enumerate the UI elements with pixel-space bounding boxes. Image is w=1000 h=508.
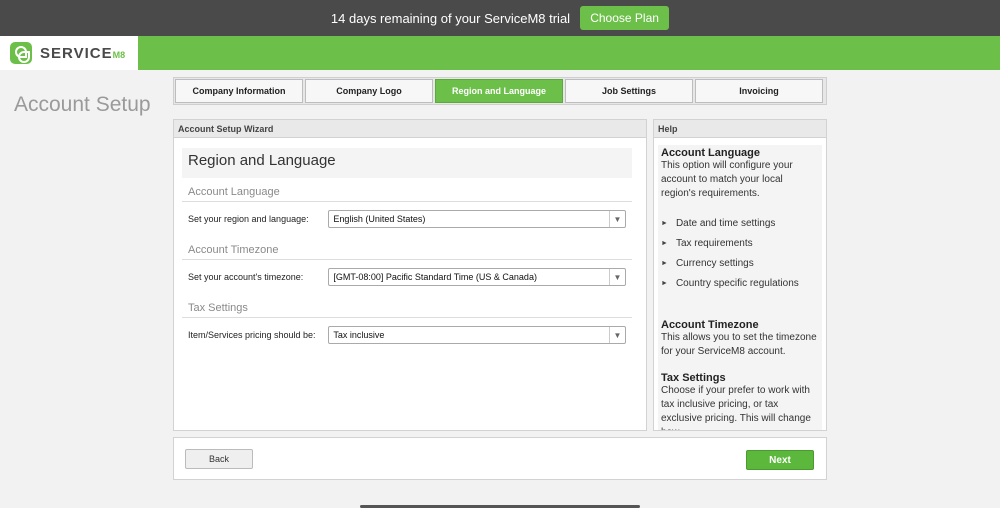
help-content: Account Language This option will config… bbox=[658, 145, 822, 430]
trial-text: 14 days remaining of your ServiceM8 tria… bbox=[330, 10, 571, 26]
timezone-select-value: [GMT-08:00] Pacific Standard Time (US & … bbox=[333, 272, 537, 282]
list-item: ► Tax requirements bbox=[661, 237, 753, 249]
help-timezone-text: This allows you to set the timezone for … bbox=[661, 332, 817, 357]
choose-plan-button[interactable]: Choose Plan bbox=[580, 6, 670, 30]
trial-banner: 14 days remaining of your ServiceM8 tria… bbox=[0, 0, 1000, 36]
bullet-icon: ► bbox=[661, 259, 668, 267]
servicem8-logo-icon bbox=[10, 42, 32, 64]
section-heading-language: Account Language bbox=[182, 184, 632, 202]
timezone-row: Set your account's timezone: [GMT-08:00]… bbox=[182, 260, 632, 294]
timezone-select[interactable]: [GMT-08:00] Pacific Standard Time (US & … bbox=[328, 268, 626, 286]
tab-job-settings[interactable]: Job Settings bbox=[565, 79, 693, 103]
account-setup-wizard: Account Setup Wizard Region and Language… bbox=[173, 119, 647, 431]
tab-company-information[interactable]: Company Information bbox=[175, 79, 303, 103]
chevron-down-icon: ▼ bbox=[609, 327, 625, 343]
help-timezone-title: Account Timezone bbox=[661, 319, 759, 331]
logo-text: SERVICEM8 bbox=[40, 44, 126, 62]
tab-invoicing[interactable]: Invoicing bbox=[695, 79, 823, 103]
list-item: ► Country specific regulations bbox=[661, 277, 799, 289]
help-panel[interactable]: Help Account Language This option will c… bbox=[653, 119, 827, 431]
help-bullet-list: ► Date and time settings ► Tax requirement… bbox=[661, 213, 819, 293]
back-button[interactable]: Back bbox=[185, 449, 253, 469]
tax-label: Item/Services pricing should be: bbox=[188, 330, 316, 340]
wizard-footer: Back Next bbox=[173, 437, 827, 480]
next-button[interactable]: Next bbox=[746, 450, 814, 470]
help-tax-title: Tax Settings bbox=[661, 372, 726, 384]
bullet-icon: ► bbox=[661, 239, 668, 247]
timezone-label: Set your account's timezone: bbox=[188, 272, 304, 282]
tax-row: Item/Services pricing should be: Tax inc… bbox=[182, 318, 632, 352]
language-label: Set your region and language: bbox=[188, 214, 309, 224]
tab-region-and-language[interactable]: Region and Language bbox=[435, 79, 563, 103]
tax-select[interactable]: Tax inclusive ▼ bbox=[328, 326, 626, 344]
brand-bar: SERVICEM8 bbox=[0, 36, 1000, 70]
logo[interactable]: SERVICEM8 bbox=[0, 36, 138, 70]
list-item: ► Date and time settings bbox=[661, 217, 776, 229]
section-heading-tax: Tax Settings bbox=[182, 300, 632, 318]
tab-company-logo[interactable]: Company Logo bbox=[305, 79, 433, 103]
language-select-value: English (United States) bbox=[333, 214, 426, 224]
help-header: Help bbox=[654, 120, 826, 138]
wizard-tabs: Company Information Company Logo Region … bbox=[173, 77, 827, 105]
wizard-title: Region and Language bbox=[182, 148, 632, 178]
chevron-down-icon: ▼ bbox=[609, 211, 625, 227]
bullet-icon: ► bbox=[661, 279, 668, 287]
tax-select-value: Tax inclusive bbox=[333, 330, 385, 340]
help-language-title: Account Language bbox=[661, 147, 761, 159]
chevron-down-icon: ▼ bbox=[609, 269, 625, 285]
wizard-header: Account Setup Wizard bbox=[174, 120, 646, 138]
list-item: ► Currency settings bbox=[661, 257, 754, 269]
help-language-text: This option will configure your account … bbox=[661, 160, 793, 199]
page-title: Account Setup bbox=[14, 93, 151, 116]
section-heading-timezone: Account Timezone bbox=[182, 242, 632, 260]
bullet-icon: ► bbox=[661, 219, 668, 227]
help-tax-text: Choose if your prefer to work with tax i… bbox=[661, 385, 811, 430]
language-select[interactable]: English (United States) ▼ bbox=[328, 210, 626, 228]
language-row: Set your region and language: English (U… bbox=[182, 202, 632, 236]
